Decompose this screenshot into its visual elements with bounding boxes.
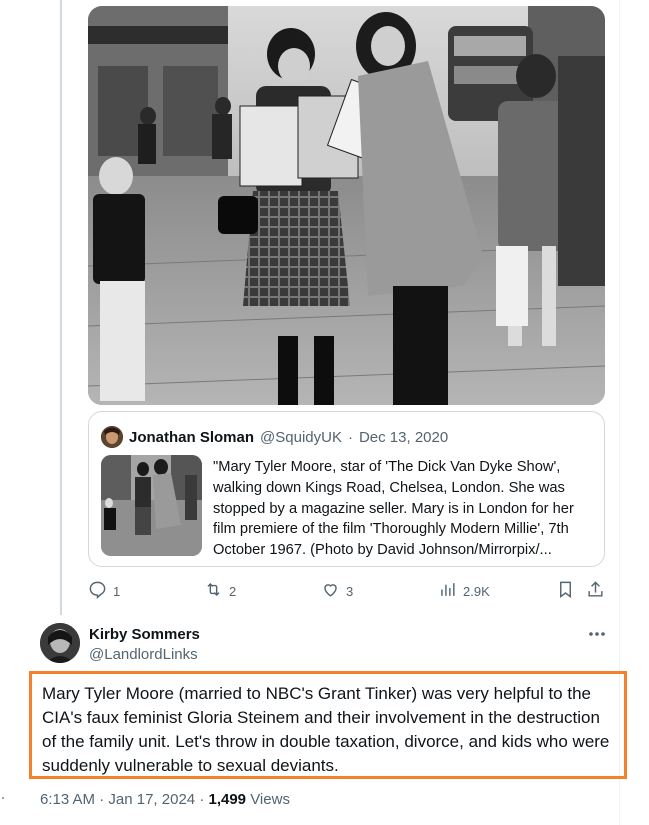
reply-author-handle[interactable]: @LandlordLinks — [89, 646, 198, 663]
reply-tweet-text: Mary Tyler Moore (married to NBC's Grant… — [29, 671, 627, 779]
reply-button[interactable]: 1 — [88, 580, 120, 602]
like-count: 3 — [346, 583, 354, 599]
views-count: 2.9K — [463, 583, 490, 599]
tweet-photo[interactable] — [88, 6, 605, 405]
reply-author-name[interactable]: Kirby Sommers — [89, 626, 200, 643]
quoted-author-name[interactable]: Jonathan Sloman — [129, 429, 254, 446]
repost-button[interactable]: 2 — [204, 580, 236, 602]
repost-count: 2 — [229, 583, 237, 599]
reply-count: 1 — [113, 583, 121, 599]
reply-views-count: 1,499 — [208, 791, 247, 808]
repost-icon — [204, 580, 223, 602]
views-button[interactable]: 2.9K — [438, 580, 490, 602]
quoted-tweet-text: "Mary Tyler Moore, star of 'The Dick Van… — [213, 459, 574, 559]
more-options-button[interactable] — [586, 624, 608, 644]
reply-timestamp-row: 6:13 AM · Jan 17, 2024 · 1,499 Views — [40, 791, 290, 808]
like-icon — [321, 580, 340, 602]
share-button[interactable] — [586, 580, 605, 602]
quoted-tweet-thumbnail[interactable] — [101, 455, 202, 556]
reply-author-avatar[interactable] — [40, 623, 80, 663]
like-button[interactable]: 3 — [321, 580, 353, 602]
quoted-author-avatar[interactable] — [101, 426, 123, 448]
reply-icon — [88, 580, 107, 602]
quoted-tweet-card[interactable]: Jonathan Sloman @SquidyUK · Dec 13, 2020… — [88, 411, 605, 567]
bookmark-icon — [556, 580, 575, 602]
bookmark-button[interactable] — [556, 580, 575, 602]
reply-time[interactable]: 6:13 AM — [40, 791, 95, 808]
reply-views-label: Views — [250, 791, 290, 808]
quoted-tweet-date[interactable]: Dec 13, 2020 — [359, 429, 448, 446]
tweet-action-bar: 1 2 3 2.9K — [88, 580, 605, 602]
thread-line — [60, 0, 62, 615]
quoted-author-handle[interactable]: @SquidyUK — [260, 429, 342, 446]
reply-date[interactable]: Jan 17, 2024 — [108, 791, 195, 808]
more-icon — [586, 631, 608, 648]
quoted-meta-separator: · — [347, 428, 353, 446]
views-icon — [438, 580, 457, 602]
quoted-tweet-header: Jonathan Sloman @SquidyUK · Dec 13, 2020 — [101, 426, 448, 448]
timestamp-separator: · — [99, 791, 109, 808]
edge-mark — [2, 797, 4, 799]
share-icon — [586, 580, 605, 602]
